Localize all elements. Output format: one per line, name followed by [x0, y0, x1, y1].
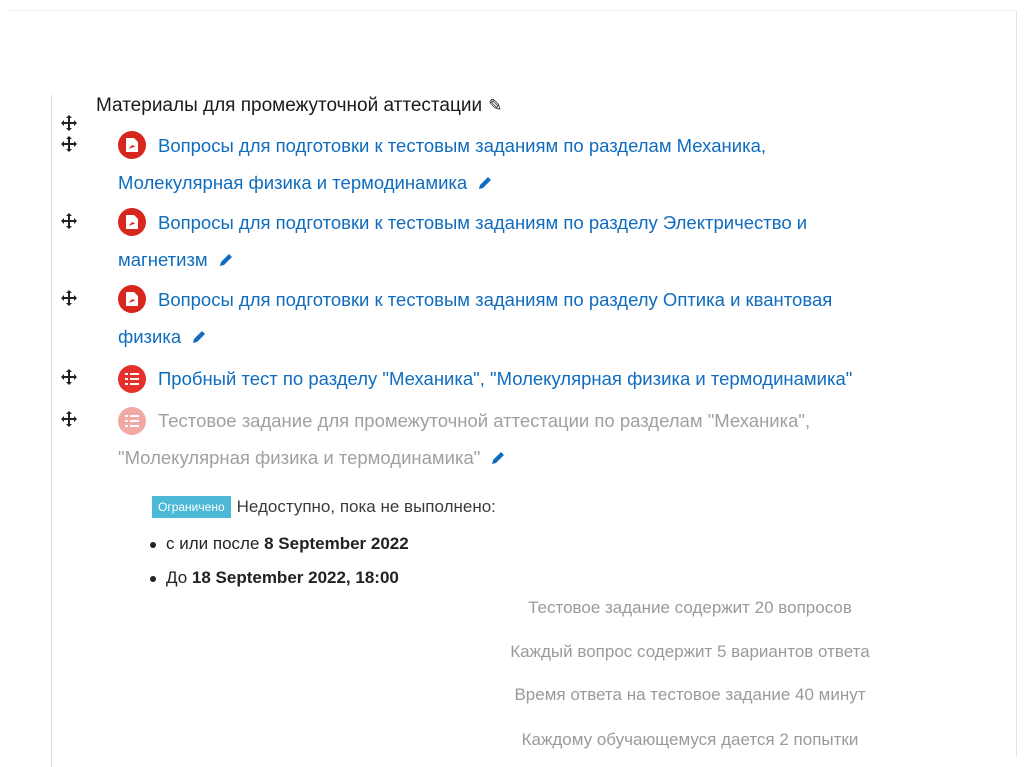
restriction-info: Ограничено Недоступно, пока не выполнено: — [152, 496, 496, 518]
edit-pencil-icon[interactable] — [218, 243, 234, 280]
edit-title-pencil-icon[interactable]: ✎ — [488, 96, 502, 116]
pdf-icon — [118, 285, 146, 313]
description-note: Тестовое задание содержит 20 вопросов — [528, 598, 852, 617]
item-link-line2[interactable]: магнетизм — [118, 249, 208, 270]
condition-prefix: с или после — [166, 534, 265, 553]
pdf-icon — [118, 208, 146, 236]
quiz-icon — [118, 407, 146, 435]
bullet-icon — [150, 541, 156, 548]
restricted-badge: Ограничено — [152, 496, 231, 518]
description-note: Время ответа на тестовое задание 40 мину… — [514, 685, 866, 704]
edit-pencil-icon[interactable] — [191, 320, 207, 357]
activity-item[interactable]: Пробный тест по разделу "Механика", "Мол… — [118, 360, 918, 397]
item-link-line1[interactable]: Пробный тест по разделу "Механика", "Мол… — [158, 360, 852, 397]
move-item-icon[interactable] — [60, 289, 78, 307]
item-link-line2[interactable]: "Молекулярная физика и термодинамика" — [118, 447, 480, 468]
quiz-icon — [118, 365, 146, 393]
item-link-line2[interactable]: Молекулярная физика и термодинамика — [118, 172, 467, 193]
condition-prefix: До — [166, 568, 192, 587]
section-title-text: Материалы для промежуточной аттестации — [96, 95, 483, 116]
restriction-text: Недоступно, пока не выполнено: — [236, 497, 496, 516]
edit-pencil-icon[interactable] — [477, 166, 493, 203]
section-border — [51, 95, 52, 767]
restriction-condition: До 18 September 2022, 18:00 — [150, 568, 399, 588]
item-link-line2[interactable]: физика — [118, 326, 181, 347]
section-title: Материалы для промежуточной аттестации ✎ — [96, 95, 502, 117]
item-link-line1[interactable]: Вопросы для подготовки к тестовым задани… — [158, 204, 807, 241]
condition-date: 18 September 2022, 18:00 — [191, 568, 399, 587]
edit-pencil-icon[interactable] — [490, 441, 506, 478]
item-link-line1[interactable]: Тестовое задание для промежуточной аттес… — [158, 402, 810, 439]
condition-date: 8 September 2022 — [264, 534, 409, 553]
description-note: Каждому обучающемуся дается 2 попытки — [521, 730, 859, 749]
move-item-icon[interactable] — [60, 212, 78, 230]
move-item-icon[interactable] — [60, 368, 78, 386]
restriction-condition: с или после 8 September 2022 — [150, 534, 409, 554]
description-note: Каждый вопрос содержит 5 вариантов ответ… — [510, 642, 870, 661]
bullet-icon — [150, 575, 156, 582]
activity-item[interactable]: Вопросы для подготовки к тестовым задани… — [118, 281, 918, 357]
item-link-line1[interactable]: Вопросы для подготовки к тестовым задани… — [158, 127, 766, 164]
move-item-icon[interactable] — [60, 410, 78, 428]
activity-item[interactable]: Вопросы для подготовки к тестовым задани… — [118, 204, 918, 280]
item-link-line1[interactable]: Вопросы для подготовки к тестовым задани… — [158, 281, 832, 318]
move-item-icon[interactable] — [60, 135, 78, 153]
pdf-icon — [118, 131, 146, 159]
activity-item[interactable]: Вопросы для подготовки к тестовым задани… — [118, 127, 918, 203]
move-section-icon[interactable] — [60, 114, 78, 132]
activity-item-restricted[interactable]: Тестовое задание для промежуточной аттес… — [118, 402, 918, 478]
